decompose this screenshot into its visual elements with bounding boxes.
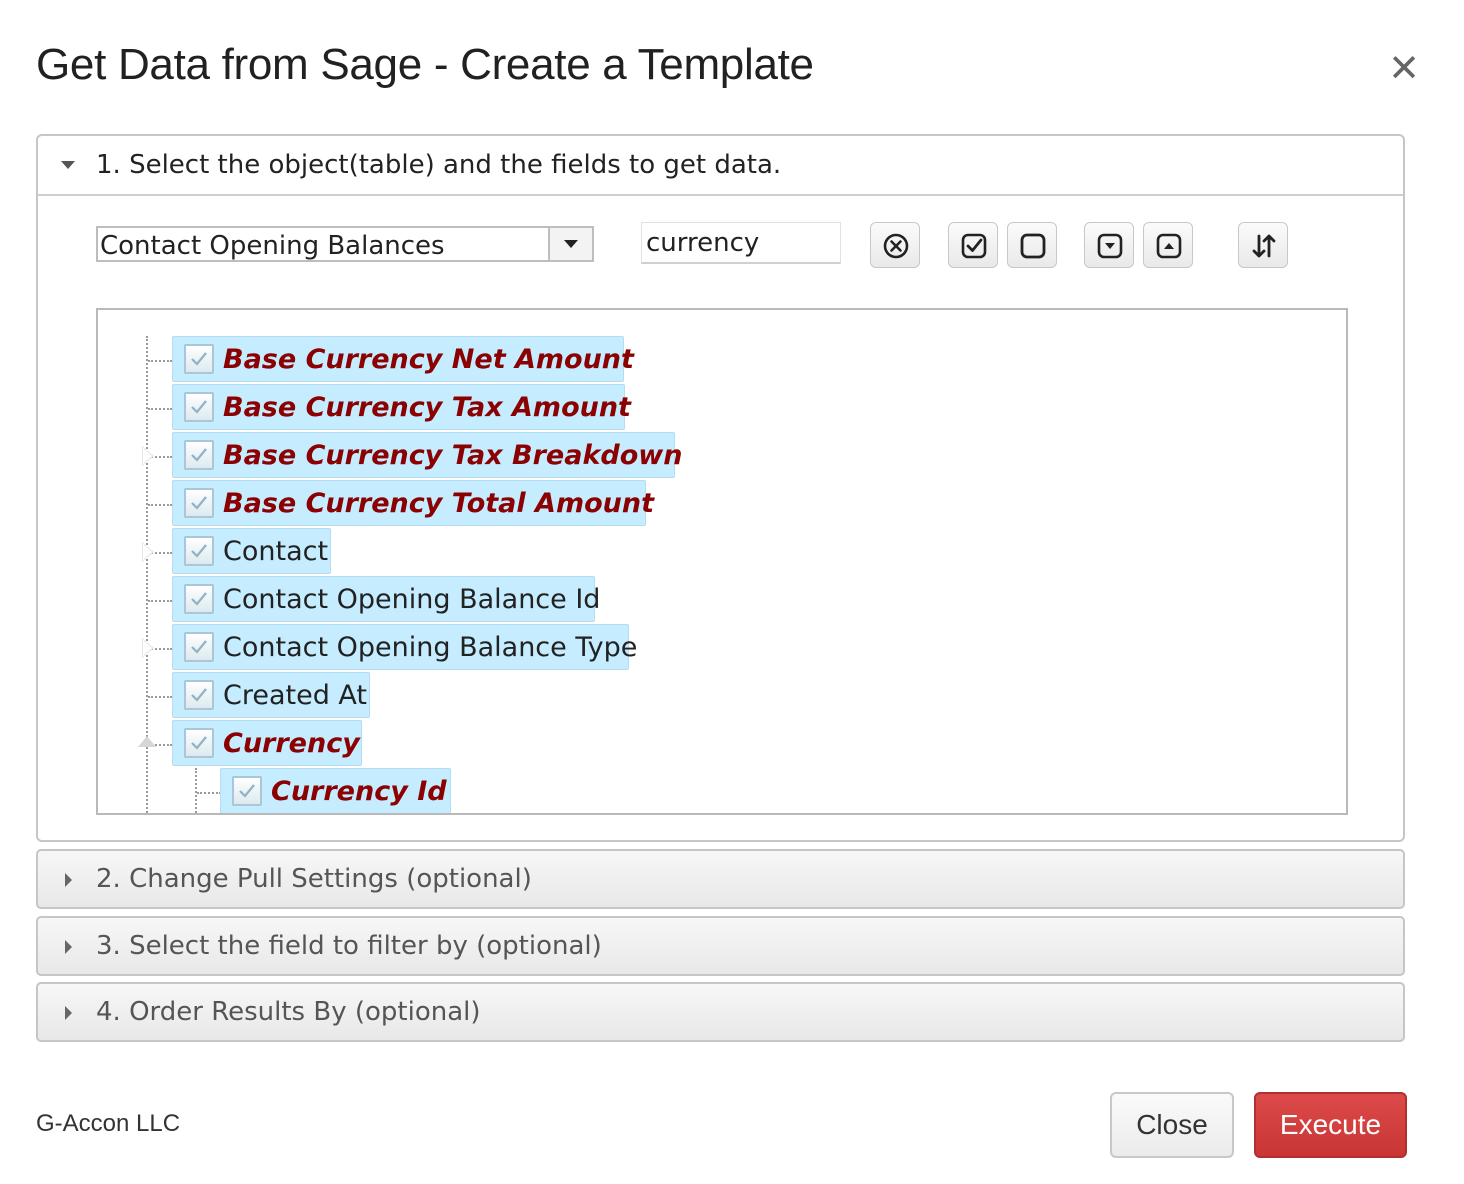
tree-connector [148,360,172,362]
checkbox-checked-icon[interactable] [184,344,214,374]
uncheck-all-button[interactable] [1007,222,1057,268]
tree-node[interactable]: Currency [172,720,362,766]
tree-node[interactable]: Base Currency Tax Amount [172,384,631,430]
step1-header[interactable]: 1. Select the object(table) and the fiel… [38,136,1403,196]
checkbox-checked-icon[interactable] [184,488,214,518]
expand-arrow-icon[interactable] [142,638,154,658]
tree-node[interactable]: Contact Opening Balance Type [172,624,637,670]
step3-label: 3. Select the field to filter by (option… [96,931,602,961]
caret-right-icon [65,873,72,887]
checkbox-checked-icon[interactable] [184,680,214,710]
check-all-button[interactable] [948,222,998,268]
step2-accordion[interactable]: 2. Change Pull Settings (optional) [36,849,1405,909]
checkbox-checked-icon[interactable] [184,440,214,470]
execute-button[interactable]: Execute [1254,1092,1407,1158]
caret-down-icon [61,161,75,169]
tree-node-label: Base Currency Tax Breakdown [223,440,683,471]
tree-connector [197,792,221,794]
sort-icon [1252,234,1276,258]
tree-node[interactable]: Contact Opening Balance Id [172,576,600,622]
tree-node[interactable]: Contact [172,528,331,574]
uncheck-all-icon [1020,233,1046,259]
tree-node-label: Currency [223,728,360,759]
step4-label: 4. Order Results By (optional) [96,997,481,1027]
checkbox-checked-icon[interactable] [184,584,214,614]
chevron-down-icon[interactable] [548,228,592,260]
tree-node[interactable]: Base Currency Total Amount [172,480,654,526]
tree-node-label: Base Currency Net Amount [223,344,634,375]
tree-node-label: Contact Opening Balance Type [223,632,638,663]
checkbox-checked-icon[interactable] [184,536,214,566]
tree-node[interactable]: Currency Id [220,768,451,813]
field-tree[interactable]: Base Currency Net Amount Base Currency T… [96,308,1348,815]
checkbox-checked-icon[interactable] [184,392,214,422]
close-x-icon[interactable]: ✕ [1386,49,1422,87]
tree-node[interactable]: Base Currency Tax Breakdown [172,432,682,478]
clear-search-icon [883,233,909,259]
caret-right-icon [65,1006,72,1020]
expand-arrow-icon[interactable] [142,446,154,466]
field-search-input[interactable] [641,222,841,264]
step4-accordion[interactable]: 4. Order Results By (optional) [36,982,1405,1042]
footer-brand: G-Accon LLC [36,1110,181,1137]
object-select-value: Contact Opening Balances [100,231,445,261]
tree-node-label: Contact [223,536,329,567]
clear-search-button[interactable] [870,222,920,268]
step1-label: 1. Select the object(table) and the fiel… [96,150,782,180]
tree-node-label: Contact Opening Balance Id [223,584,601,615]
step3-accordion[interactable]: 3. Select the field to filter by (option… [36,916,1405,976]
sort-button[interactable] [1238,222,1288,268]
checkbox-checked-icon[interactable] [184,632,214,662]
collapse-all-button[interactable] [1143,222,1193,268]
tree-connector [148,600,172,602]
tree-node-label: Created At [223,680,368,711]
check-all-icon [961,233,987,259]
collapse-arrow-icon[interactable] [138,736,156,747]
tree-node[interactable]: Created At [172,672,370,718]
collapse-all-icon [1156,233,1182,259]
checkbox-checked-icon[interactable] [232,776,262,806]
dialog-title: Get Data from Sage - Create a Template [36,40,814,89]
checkbox-checked-icon[interactable] [184,728,214,758]
tree-node-label: Base Currency Tax Amount [223,392,631,423]
caret-right-icon [65,940,72,954]
tree-connector [148,696,172,698]
step1-panel: 1. Select the object(table) and the fiel… [36,134,1405,842]
tree-connector [148,504,172,506]
expand-all-icon [1097,233,1123,259]
object-select[interactable]: Contact Opening Balances [96,226,594,262]
expand-arrow-icon[interactable] [142,542,154,562]
tree-node-label: Currency Id [271,776,447,807]
close-button[interactable]: Close [1110,1092,1234,1158]
tree-connector [148,408,172,410]
expand-all-button[interactable] [1084,222,1134,268]
step2-label: 2. Change Pull Settings (optional) [96,864,532,894]
tree-node-label: Base Currency Total Amount [223,488,654,519]
tree-node[interactable]: Base Currency Net Amount [172,336,634,382]
